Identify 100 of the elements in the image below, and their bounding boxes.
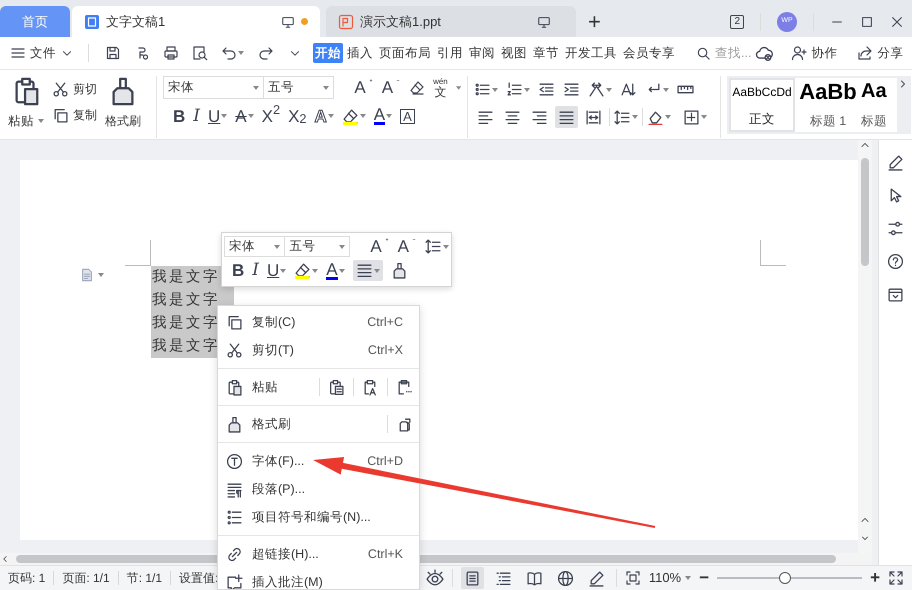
subscript-button[interactable]: X$_{2}$ bbox=[288, 108, 306, 124]
fullscreen-icon[interactable] bbox=[888, 570, 904, 586]
redo-icon[interactable] bbox=[258, 45, 274, 61]
text-layout-dropdown[interactable] bbox=[588, 81, 612, 98]
link-icon bbox=[226, 546, 243, 562]
numbered-list-dropdown[interactable] bbox=[506, 81, 530, 98]
paste-text-only-icon[interactable] bbox=[362, 378, 379, 396]
paste-special-icon[interactable] bbox=[396, 378, 413, 396]
print-icon[interactable] bbox=[163, 45, 179, 61]
highlight-button[interactable] bbox=[342, 108, 366, 124]
monitor-icon[interactable] bbox=[537, 14, 551, 28]
font-name-dropdown[interactable]: 宋体 bbox=[163, 76, 264, 99]
cloud-sync-icon[interactable] bbox=[755, 44, 774, 62]
zoom-dropdown[interactable]: 110% bbox=[648, 568, 692, 588]
justify-button[interactable] bbox=[555, 106, 578, 128]
context-menu-item[interactable]: 项目符号和编号(N)... bbox=[218, 503, 419, 531]
help-icon[interactable] bbox=[887, 253, 904, 270]
borders-dropdown[interactable] bbox=[683, 108, 707, 126]
style-preset[interactable]: Aa 标题 bbox=[861, 78, 897, 132]
context-menu-item[interactable]: 字体(F)... Ctrl+D bbox=[218, 447, 419, 475]
fit-page-icon[interactable] bbox=[624, 570, 641, 586]
style-preset[interactable]: AaBb 标题 1 bbox=[795, 78, 861, 132]
window-count-button[interactable]: 2 bbox=[730, 14, 744, 28]
align-button[interactable] bbox=[352, 260, 383, 281]
cut-button[interactable]: 剪切 bbox=[52, 80, 97, 98]
print-preview-icon[interactable] bbox=[192, 45, 208, 61]
highlight-button[interactable] bbox=[294, 262, 318, 279]
bold-button[interactable]: B bbox=[232, 262, 244, 279]
monitor-icon[interactable] bbox=[281, 14, 295, 28]
line-spacing-dropdown[interactable] bbox=[614, 108, 638, 126]
document-tab[interactable]: 演示文稿1.ppt bbox=[326, 6, 576, 37]
share-button[interactable]: 分享 bbox=[857, 44, 904, 62]
collaborate-button[interactable]: 协作 bbox=[791, 44, 838, 62]
close-icon[interactable] bbox=[890, 14, 904, 28]
font-size-dropdown[interactable]: 五号 bbox=[284, 236, 350, 257]
font-color-button[interactable]: A bbox=[374, 107, 392, 125]
italic-button[interactable]: I bbox=[193, 108, 200, 124]
line-spacing-dropdown[interactable] bbox=[425, 238, 449, 255]
ribbon-tab[interactable]: 引用 bbox=[435, 42, 465, 64]
underline-button[interactable]: U bbox=[208, 108, 228, 124]
style-preset[interactable]: AaBbCcDd 正文 bbox=[729, 78, 795, 132]
undo-dropdown[interactable] bbox=[221, 45, 244, 61]
bullet-list-dropdown[interactable] bbox=[474, 81, 498, 98]
ribbon-tab[interactable]: 章节 bbox=[531, 42, 561, 64]
tray-icon[interactable] bbox=[887, 286, 904, 303]
caret-icon bbox=[323, 86, 330, 90]
shrink-font-button[interactable]: A bbox=[398, 238, 417, 255]
zoom-out-button[interactable]: − bbox=[699, 565, 710, 590]
page-view-button[interactable] bbox=[460, 566, 484, 590]
bold-button[interactable]: B bbox=[173, 108, 186, 124]
effect-button[interactable]: A bbox=[314, 108, 334, 124]
pen-icon[interactable] bbox=[887, 154, 904, 171]
previous-page-icon[interactable] bbox=[860, 515, 870, 525]
border-button[interactable]: A bbox=[400, 108, 415, 124]
underline-button[interactable]: U bbox=[267, 262, 286, 279]
zoom-in-button[interactable]: + bbox=[870, 565, 880, 590]
document-tab[interactable]: 文字文稿1 bbox=[72, 6, 320, 37]
scroll-up-icon[interactable] bbox=[860, 140, 870, 150]
format-painter-button[interactable]: 格式刷 bbox=[105, 76, 141, 131]
ribbon-tab[interactable]: 插入 bbox=[345, 42, 375, 64]
clear-format-icon[interactable] bbox=[409, 80, 426, 96]
phonetic-guide-button[interactable]: wén 文 bbox=[433, 78, 448, 98]
context-menu-item[interactable]: 插入批注(M) bbox=[218, 568, 419, 589]
ribbon-tab[interactable]: 审阅 bbox=[467, 42, 497, 64]
ribbon-tab[interactable]: 视图 bbox=[499, 42, 529, 64]
superscript-button[interactable]: X$^{2}$ bbox=[262, 108, 280, 124]
font-name-dropdown[interactable]: 宋体 bbox=[224, 236, 286, 257]
font-color-button[interactable]: A bbox=[326, 262, 345, 280]
context-menu-item[interactable]: 格式刷 bbox=[226, 414, 379, 434]
copy-button[interactable]: 复制 bbox=[52, 106, 97, 124]
ribbon-tab[interactable]: 开始 bbox=[313, 42, 343, 64]
painter-button[interactable] bbox=[390, 262, 408, 279]
increase-indent-icon[interactable] bbox=[563, 81, 580, 98]
shrink-font-button[interactable]: A bbox=[382, 79, 402, 96]
scrollbar-thumb[interactable] bbox=[861, 158, 869, 266]
list-icon bbox=[226, 508, 243, 526]
sort-icon[interactable] bbox=[620, 81, 637, 98]
context-menu-item[interactable]: 粘贴 bbox=[226, 378, 311, 396]
file-menu[interactable]: 文件 bbox=[10, 44, 74, 62]
grow-font-button[interactable]: A bbox=[370, 238, 390, 255]
ribbon-tab[interactable]: 页面布局 bbox=[377, 42, 433, 64]
paste-button[interactable]: 粘贴 bbox=[8, 76, 44, 131]
ribbon-tab[interactable]: 开发工具 bbox=[563, 42, 619, 64]
new-tab-button[interactable]: + bbox=[588, 11, 601, 33]
save-icon[interactable] bbox=[105, 45, 121, 61]
context-menu-item[interactable]: 段落(P)... bbox=[218, 475, 419, 503]
italic-button[interactable]: I bbox=[252, 262, 259, 279]
zoom-slider-thumb[interactable] bbox=[779, 572, 792, 584]
grow-font-button[interactable]: A bbox=[354, 79, 374, 96]
paste-keep-format-icon[interactable] bbox=[328, 378, 345, 396]
text-direction-icon bbox=[588, 81, 605, 98]
ribbon-tab[interactable]: 会员专享 bbox=[621, 42, 677, 64]
emphasis-button[interactable]: A bbox=[235, 108, 254, 124]
shading-dropdown[interactable] bbox=[647, 108, 671, 126]
maximize-icon[interactable] bbox=[860, 14, 874, 28]
context-menu-item[interactable]: 超链接(H)... Ctrl+K bbox=[218, 540, 419, 568]
eye-protection-icon[interactable] bbox=[426, 569, 444, 587]
settings-icon[interactable] bbox=[887, 220, 904, 237]
decrease-indent-icon[interactable] bbox=[538, 81, 555, 98]
font-size-dropdown[interactable]: 五号 bbox=[263, 76, 334, 99]
